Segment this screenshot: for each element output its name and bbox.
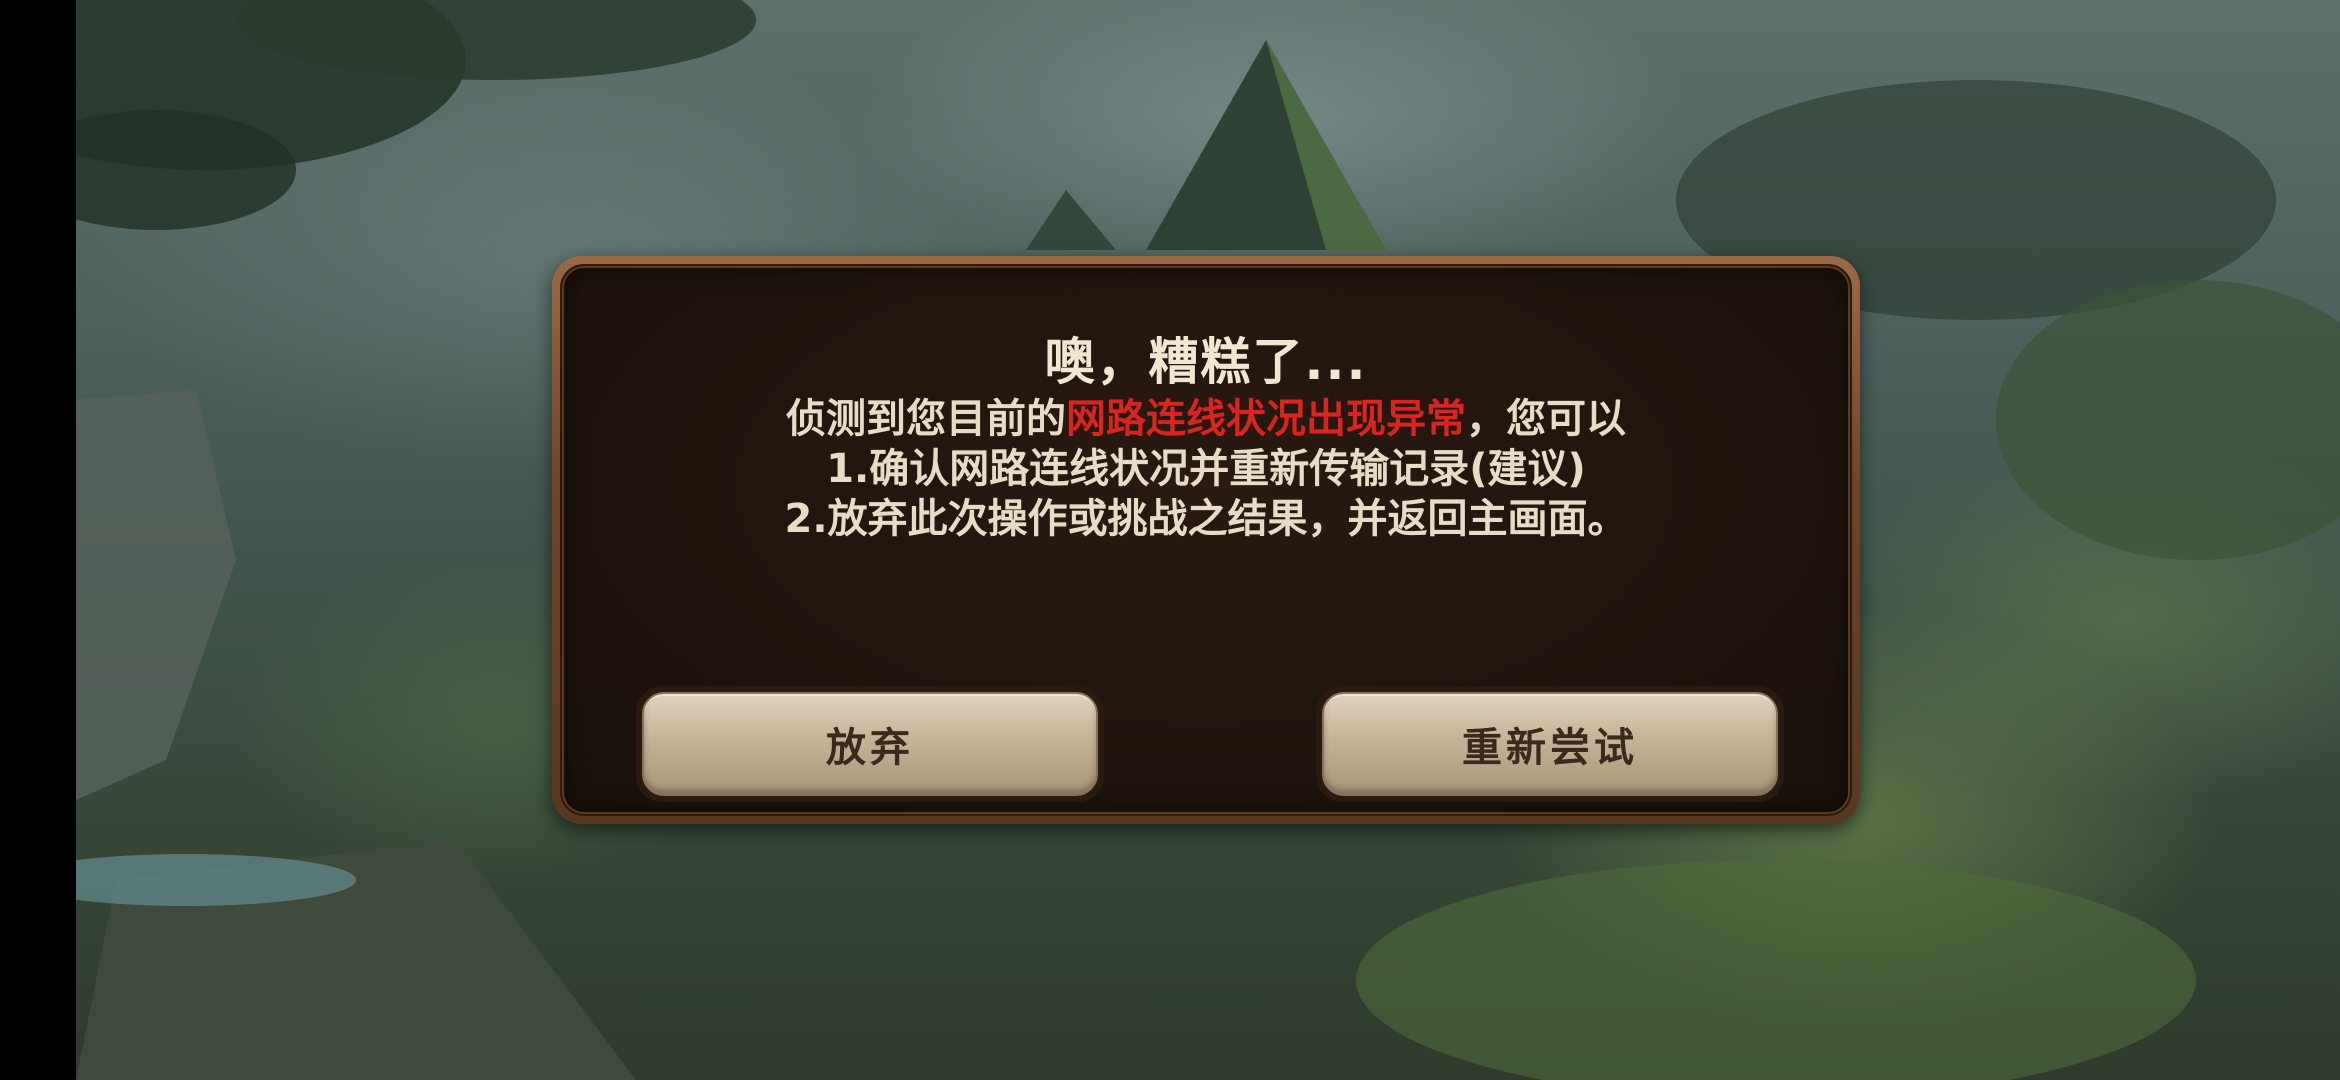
screen-edge-bar: [0, 0, 76, 1080]
mountain-peaks: [1026, 40, 1386, 250]
message-line-2: 1.确认网路连线状况并重新传输记录(建议): [826, 446, 1586, 492]
game-screen: 噢，糟糕了... 侦测到您目前的网路连线状况出现异常，您可以 1.确认网路连线状…: [0, 0, 2340, 1080]
network-error-highlight: 网路连线状况出现异常: [1066, 396, 1466, 442]
abandon-button[interactable]: 放弃: [636, 686, 1104, 802]
tree-canopy: [76, 0, 756, 230]
dialog-panel: 噢，糟糕了... 侦测到您目前的网路连线状况出现异常，您可以 1.确认网路连线状…: [560, 264, 1852, 816]
retry-button-label: 重新尝试: [1322, 692, 1778, 796]
dialog-title: 噢，糟糕了...: [1044, 333, 1368, 391]
abandon-button-label: 放弃: [642, 692, 1098, 796]
message-line-1-suffix: ，您可以: [1466, 396, 1626, 442]
retry-button[interactable]: 重新尝试: [1316, 686, 1784, 802]
network-error-dialog: 噢，糟糕了... 侦测到您目前的网路连线状况出现异常，您可以 1.确认网路连线状…: [552, 256, 1860, 824]
message-line-1-prefix: 侦测到您目前的: [786, 396, 1066, 442]
message-line-1: 侦测到您目前的网路连线状况出现异常，您可以: [562, 394, 1850, 444]
dialog-message: 侦测到您目前的网路连线状况出现异常，您可以 1.确认网路连线状况并重新传输记录(…: [562, 394, 1850, 544]
message-line-3: 2.放弃此次操作或挑战之结果，并返回主画面。: [784, 496, 1628, 542]
